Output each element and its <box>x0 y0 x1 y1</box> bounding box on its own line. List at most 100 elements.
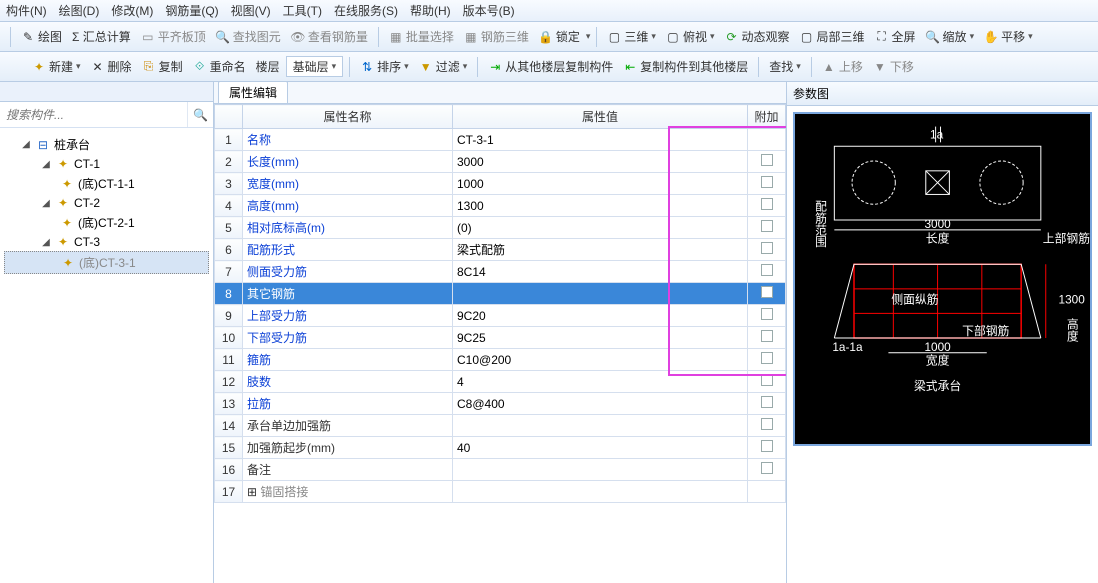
property-add[interactable] <box>748 481 786 503</box>
property-add[interactable] <box>748 437 786 459</box>
find-button[interactable]: 查找▾ <box>765 56 805 77</box>
property-add[interactable] <box>748 195 786 217</box>
search-input[interactable] <box>0 102 187 127</box>
collapse-icon[interactable]: ◢ <box>20 139 32 151</box>
lock-button[interactable]: 🔒锁定 <box>535 26 584 47</box>
property-add[interactable] <box>748 415 786 437</box>
batch-select-button[interactable]: ▦批量选择 <box>385 26 458 47</box>
delete-button[interactable]: ✕删除 <box>87 56 136 77</box>
property-value[interactable]: C8@400 <box>453 393 748 415</box>
table-row[interactable]: 6配筋形式梁式配筋 <box>215 239 786 261</box>
property-value[interactable]: (0) <box>453 217 748 239</box>
align-slab-button[interactable]: ▭平齐板顶 <box>137 26 210 47</box>
property-value[interactable]: C10@200 <box>453 349 748 371</box>
menu-online[interactable]: 在线服务(S) <box>334 2 398 19</box>
floor-select[interactable]: 基础层 ▾ <box>286 56 344 77</box>
filter-button[interactable]: ▼过滤▾ <box>415 56 472 77</box>
menu-tools[interactable]: 工具(T) <box>283 2 322 19</box>
checkbox[interactable] <box>761 418 773 430</box>
collapse-icon[interactable]: ◢ <box>40 236 52 248</box>
property-add[interactable] <box>748 239 786 261</box>
checkbox[interactable] <box>761 462 773 474</box>
dropdown-icon[interactable]: ▾ <box>586 31 591 42</box>
property-add[interactable] <box>748 129 786 151</box>
table-row[interactable]: 11箍筋C10@200 <box>215 349 786 371</box>
checkbox[interactable] <box>761 308 773 320</box>
property-name[interactable]: 备注 <box>243 459 453 481</box>
table-row[interactable]: 5相对底标高(m)(0) <box>215 217 786 239</box>
new-button[interactable]: ✦新建▾ <box>28 56 85 77</box>
tree-ct3-child[interactable]: ✦ (底)CT-3-1 <box>4 251 209 274</box>
checkbox[interactable] <box>761 330 773 342</box>
checkbox[interactable] <box>761 242 773 254</box>
property-name[interactable]: 高度(mm) <box>243 195 453 217</box>
property-name[interactable]: 相对底标高(m) <box>243 217 453 239</box>
checkbox[interactable] <box>761 154 773 166</box>
property-name[interactable]: 侧面受力筋 <box>243 261 453 283</box>
local-3d-button[interactable]: ▢局部三维 <box>796 26 869 47</box>
table-row[interactable]: 17⊞ 锚固搭接 <box>215 481 786 503</box>
rebar-3d-button[interactable]: ▦钢筋三维 <box>460 26 533 47</box>
property-value[interactable]: 9C20 <box>453 305 748 327</box>
property-add[interactable] <box>748 261 786 283</box>
property-add[interactable] <box>748 393 786 415</box>
expand-icon[interactable]: ⊞ <box>247 485 260 499</box>
property-add[interactable] <box>748 283 786 305</box>
property-add[interactable] <box>748 305 786 327</box>
checkbox[interactable] <box>761 286 773 298</box>
table-row[interactable]: 12肢数4 <box>215 371 786 393</box>
menu-version[interactable]: 版本号(B) <box>463 2 515 19</box>
property-name[interactable]: 长度(mm) <box>243 151 453 173</box>
property-name[interactable]: 名称 <box>243 129 453 151</box>
tree-ct1[interactable]: ◢ ✦ CT-1 <box>4 155 209 173</box>
property-add[interactable] <box>748 459 786 481</box>
property-name[interactable]: 承台单边加强筋 <box>243 415 453 437</box>
table-row[interactable]: 10下部受力筋9C25 <box>215 327 786 349</box>
copy-button[interactable]: ⎘复制 <box>138 56 187 77</box>
property-name[interactable]: 箍筋 <box>243 349 453 371</box>
menu-component[interactable]: 构件(N) <box>6 2 47 19</box>
component-tree[interactable]: ◢ ⊟ 桩承台 ◢ ✦ CT-1 ✦ (底)CT-1-1 ◢ ✦ CT-2 ✦ … <box>0 128 213 280</box>
find-element-button[interactable]: 🔍查找图元 <box>212 26 285 47</box>
move-up-button[interactable]: ▲上移 <box>818 56 867 77</box>
property-grid[interactable]: 属性名称 属性值 附加 1名称CT-3-12长度(mm)30003宽度(mm)1… <box>214 104 786 503</box>
property-add[interactable] <box>748 349 786 371</box>
checkbox[interactable] <box>761 374 773 386</box>
property-value[interactable] <box>453 459 748 481</box>
property-name[interactable]: 其它钢筋 <box>243 283 453 305</box>
table-row[interactable]: 9上部受力筋9C20 <box>215 305 786 327</box>
property-name[interactable]: 加强筋起步(mm) <box>243 437 453 459</box>
header-name[interactable]: 属性名称 <box>243 105 453 129</box>
table-row[interactable]: 16备注 <box>215 459 786 481</box>
tree-ct1-child[interactable]: ✦ (底)CT-1-1 <box>4 173 209 194</box>
checkbox[interactable] <box>761 176 773 188</box>
checkbox[interactable] <box>761 220 773 232</box>
zoom-button[interactable]: 🔍缩放▾ <box>922 26 979 47</box>
table-row[interactable]: 8其它钢筋 <box>215 283 786 305</box>
property-name[interactable]: ⊞ 锚固搭接 <box>243 481 453 503</box>
checkbox[interactable] <box>761 396 773 408</box>
property-value[interactable] <box>453 415 748 437</box>
sum-button[interactable]: Σ 汇总计算 <box>68 26 135 47</box>
property-add[interactable] <box>748 371 786 393</box>
property-name[interactable]: 宽度(mm) <box>243 173 453 195</box>
checkbox[interactable] <box>761 440 773 452</box>
table-row[interactable]: 14承台单边加强筋 <box>215 415 786 437</box>
property-name[interactable]: 肢数 <box>243 371 453 393</box>
property-add[interactable] <box>748 151 786 173</box>
checkbox[interactable] <box>761 352 773 364</box>
table-row[interactable]: 13拉筋C8@400 <box>215 393 786 415</box>
view-rebar-button[interactable]: 👁查看钢筋量 <box>287 26 372 47</box>
table-row[interactable]: 7侧面受力筋8C14 <box>215 261 786 283</box>
menu-draw[interactable]: 绘图(D) <box>59 2 100 19</box>
property-name[interactable]: 上部受力筋 <box>243 305 453 327</box>
menu-help[interactable]: 帮助(H) <box>410 2 451 19</box>
table-row[interactable]: 1名称CT-3-1 <box>215 129 786 151</box>
property-value[interactable]: 4 <box>453 371 748 393</box>
table-row[interactable]: 4高度(mm)1300 <box>215 195 786 217</box>
draw-button[interactable]: ✎绘图 <box>17 26 66 47</box>
pan-button[interactable]: ✋平移▾ <box>980 26 1037 47</box>
property-value[interactable]: CT-3-1 <box>453 129 748 151</box>
tree-ct2-child[interactable]: ✦ (底)CT-2-1 <box>4 212 209 233</box>
collapse-icon[interactable]: ◢ <box>40 197 52 209</box>
